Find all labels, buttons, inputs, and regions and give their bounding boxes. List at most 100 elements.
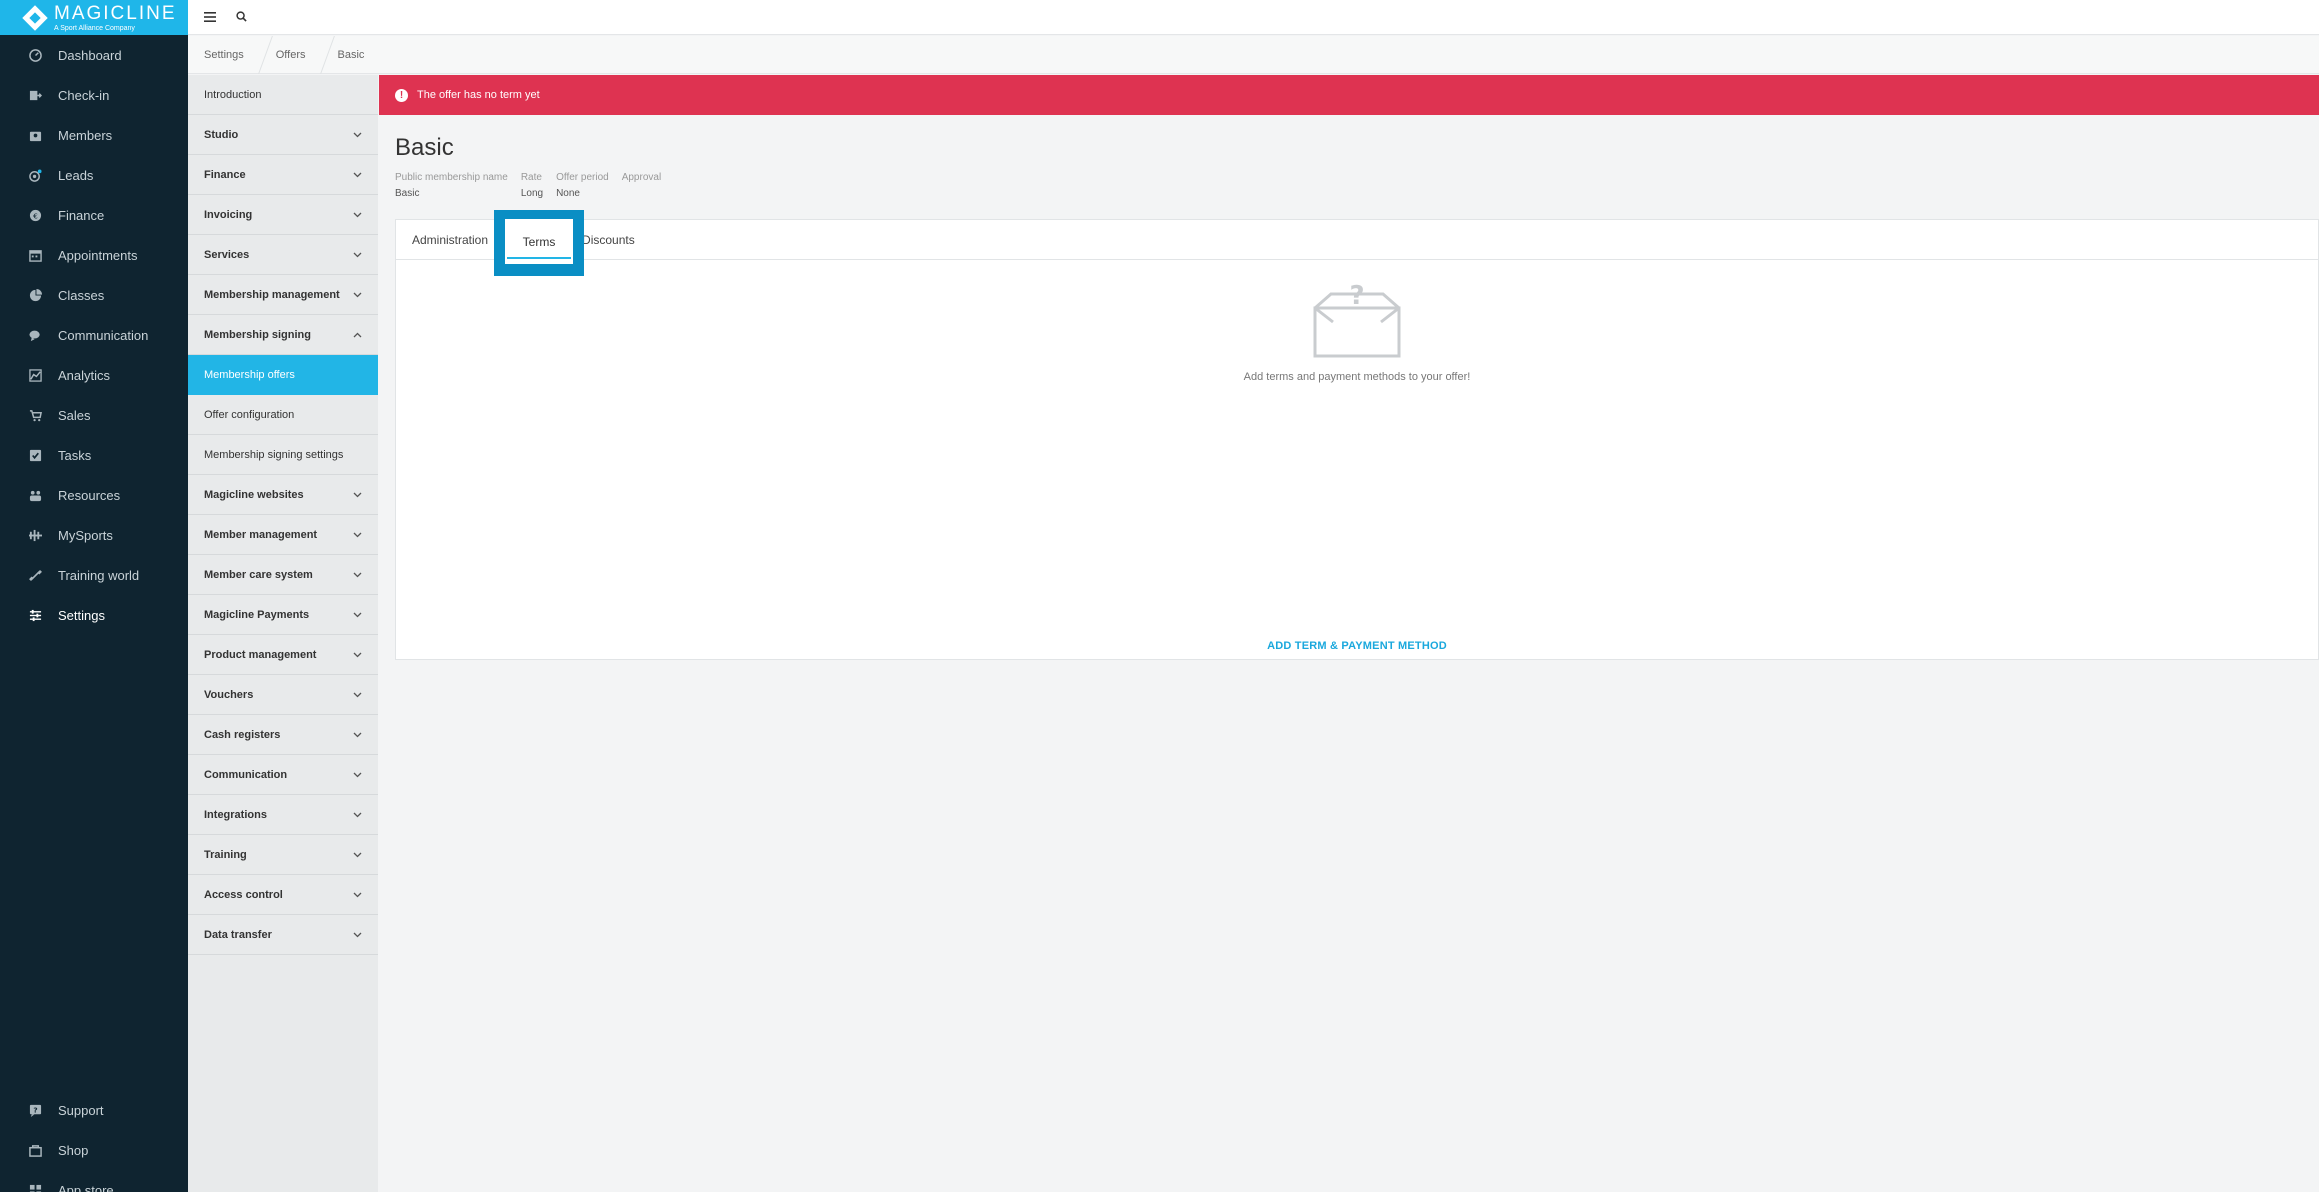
chevron-down-icon — [353, 692, 362, 698]
sidebar-item-support[interactable]: ? Support — [0, 1090, 188, 1130]
sidebar-item-shop[interactable]: Shop — [0, 1130, 188, 1170]
exclamation-icon: ! — [395, 88, 408, 102]
svg-text:€: € — [33, 211, 38, 220]
chevron-down-icon — [353, 732, 362, 738]
svg-text:?: ? — [1349, 281, 1364, 311]
add-term-payment-method-button[interactable]: ADD TERM & PAYMENT METHOD — [395, 640, 2319, 652]
sidebar-item-settings[interactable]: Settings — [0, 595, 188, 635]
breadcrumb-item-offers[interactable]: Offers — [260, 36, 322, 74]
chevron-down-icon — [353, 132, 362, 138]
meta-value: None — [556, 188, 580, 199]
settings-item-cash-registers[interactable]: Cash registers — [188, 715, 378, 755]
settings-item-label: Studio — [204, 128, 239, 141]
settings-item-label: Magicline Payments — [204, 608, 310, 621]
breadcrumb-item-basic: Basic — [337, 48, 365, 61]
error-alert: ! The offer has no term yet — [379, 75, 2319, 115]
sidebar-item-label: Leads — [58, 167, 94, 183]
settings-item-introduction[interactable]: Introduction — [188, 75, 378, 115]
analytics-icon — [28, 368, 42, 382]
settings-item-label: Membership signing — [204, 328, 311, 341]
settings-item-label: Training — [204, 848, 247, 861]
sidebar-item-dashboard[interactable]: Dashboard — [0, 35, 188, 75]
calendar-icon — [28, 248, 42, 262]
members-icon — [28, 128, 42, 142]
sidebar-item-label: Resources — [58, 487, 121, 503]
top-bar — [188, 0, 2319, 35]
sidebar-item-check-in[interactable]: Check-in — [0, 75, 188, 115]
chevron-down-icon — [353, 652, 362, 658]
meta-label: Offer period — [556, 172, 609, 183]
meta-value: Long — [520, 188, 544, 199]
meta-offer-period: Offer period None — [556, 172, 609, 199]
settings-item-label: Introduction — [204, 88, 262, 101]
meta-label: Rate — [520, 172, 542, 183]
settings-item-access-control[interactable]: Access control — [188, 875, 378, 915]
settings-item-membership-offers[interactable]: Membership offers — [188, 355, 378, 395]
sidebar-item-label: Finance — [58, 207, 105, 223]
sidebar-item-classes[interactable]: Classes — [0, 275, 188, 315]
chevron-down-icon — [353, 932, 362, 938]
resources-icon — [28, 488, 42, 502]
sidebar-item-appointments[interactable]: Appointments — [0, 235, 188, 275]
sidebar-item-communication[interactable]: Communication — [0, 315, 188, 355]
sidebar-item-tasks[interactable]: Tasks — [0, 435, 188, 475]
chevron-down-icon — [353, 172, 362, 178]
sidebar-item-leads[interactable]: Leads — [0, 155, 188, 195]
settings-item-data-transfer[interactable]: Data transfer — [188, 915, 378, 955]
sidebar-item-app-store[interactable]: App store — [0, 1170, 188, 1192]
settings-item-label: Access control — [204, 888, 283, 901]
settings-item-finance[interactable]: Finance — [188, 155, 378, 195]
sidebar-item-sales[interactable]: Sales — [0, 395, 188, 435]
settings-item-magicline-payments[interactable]: Magicline Payments — [188, 595, 378, 635]
settings-item-member-care-system[interactable]: Member care system — [188, 555, 378, 595]
magicline-logo-icon — [22, 5, 48, 31]
settings-item-label: Member management — [204, 528, 318, 541]
chevron-down-icon — [353, 812, 362, 818]
settings-item-member-management[interactable]: Member management — [188, 515, 378, 555]
sidebar-item-finance[interactable]: € Finance — [0, 195, 188, 235]
finance-icon: € — [28, 208, 42, 222]
sidebar-item-label: Classes — [58, 287, 105, 303]
tab-discounts[interactable]: Discounts — [582, 220, 647, 260]
settings-item-magicline-websites[interactable]: Magicline websites — [188, 475, 378, 515]
sidebar-item-label: App store — [58, 1182, 114, 1192]
hamburger-menu-icon[interactable] — [204, 9, 216, 25]
sidebar-item-label: Training world — [58, 567, 140, 583]
breadcrumb-item-settings[interactable]: Settings — [188, 36, 260, 74]
sidebar-item-members[interactable]: Members — [0, 115, 188, 155]
settings-item-studio[interactable]: Studio — [188, 115, 378, 155]
settings-item-label: Membership offers — [204, 368, 295, 381]
chat-icon — [28, 328, 42, 342]
tab-terms[interactable]: Terms — [505, 219, 573, 264]
sidebar-item-training-world[interactable]: Training world — [0, 555, 188, 595]
classes-icon — [28, 288, 42, 302]
search-icon[interactable] — [236, 9, 247, 25]
sidebar-item-mysports[interactable]: MySports — [0, 515, 188, 555]
settings-item-training[interactable]: Training — [188, 835, 378, 875]
settings-item-communication[interactable]: Communication — [188, 755, 378, 795]
settings-item-product-management[interactable]: Product management — [188, 635, 378, 675]
chevron-down-icon — [353, 572, 362, 578]
settings-item-membership-signing[interactable]: Membership signing — [188, 315, 378, 355]
settings-item-label: Membership management — [204, 288, 340, 301]
tab-bar: Administration Discounts — [396, 220, 2318, 260]
meta-label: Approval — [621, 172, 662, 183]
chevron-down-icon — [353, 492, 362, 498]
settings-item-invoicing[interactable]: Invoicing — [188, 195, 378, 235]
sidebar-item-label: Communication — [58, 327, 149, 343]
settings-item-offer-configuration[interactable]: Offer configuration — [188, 395, 378, 435]
settings-item-integrations[interactable]: Integrations — [188, 795, 378, 835]
main-sidebar: MAGICLINE A Sport Alliance Company Dashb… — [0, 0, 188, 1192]
settings-item-vouchers[interactable]: Vouchers — [188, 675, 378, 715]
settings-item-services[interactable]: Services — [188, 235, 378, 275]
sidebar-item-resources[interactable]: Resources — [0, 475, 188, 515]
tab-administration[interactable]: Administration — [412, 220, 500, 260]
sidebar-item-analytics[interactable]: Analytics — [0, 355, 188, 395]
meta-rate: Rate Long — [521, 172, 543, 199]
settings-item-label: Member care system — [204, 568, 313, 581]
settings-item-membership-management[interactable]: Membership management — [188, 275, 378, 315]
main-nav: Dashboard Check-in Members Leads € Finance App… — [0, 35, 188, 635]
brand-name: MAGICLINE — [54, 2, 177, 24]
settings-item-membership-signing-settings[interactable]: Membership signing settings — [188, 435, 378, 475]
brand-header[interactable]: MAGICLINE A Sport Alliance Company — [0, 0, 188, 35]
